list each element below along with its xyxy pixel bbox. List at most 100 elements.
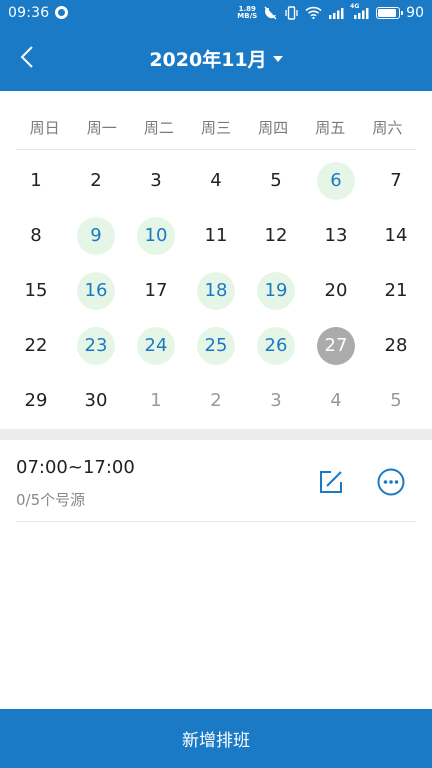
calendar-day-cell[interactable]: 30 [66,373,126,428]
calendar-day-cell[interactable]: 15 [6,263,66,318]
calendar-day-cell[interactable]: 27 [306,318,366,373]
calendar-day-cell[interactable]: 24 [126,318,186,373]
battery-level: 90 [406,4,424,21]
weekday-label: 周二 [143,119,174,137]
calendar-day-selected: 27 [317,326,355,365]
calendar-day-cell[interactable]: 4 [186,153,246,208]
app-notification-icon [55,6,69,19]
calendar-day: 9 [77,216,115,255]
more-button[interactable] [374,465,408,499]
signal-1-icon [328,7,345,19]
calendar-day-cell[interactable]: 13 [306,208,366,263]
calendar-day: 23 [77,326,115,365]
calendar-day-cell[interactable]: 25 [186,318,246,373]
calendar-day-cell[interactable]: 18 [186,263,246,318]
month-selector[interactable]: 2020年11月 [0,45,432,72]
app-bar: 2020年11月 [0,25,432,91]
calendar-day-cell[interactable]: 2 [66,153,126,208]
calendar-day: 11 [204,225,228,246]
battery-icon [376,6,404,19]
calendar-day: 3 [270,390,282,411]
weekday-label: 周五 [315,119,346,137]
weekday-label: 周六 [372,119,403,137]
calendar-day: 19 [257,271,295,310]
calendar-day: 25 [197,326,235,365]
calendar-week-row: 1 2 3 4 5 6 7 [6,153,426,208]
calendar-day-cell[interactable]: 11 [186,208,246,263]
status-time: 09:36 [8,4,50,21]
calendar-day-cell[interactable]: 7 [366,153,426,208]
calendar-day-cell[interactable]: 29 [6,373,66,428]
signal-2-label: 4G [350,2,360,10]
calendar-week-row: 15 16 17 18 19 20 21 [6,263,426,318]
wifi-icon [305,6,322,19]
calendar-day: 20 [324,280,348,301]
calendar-day: 5 [390,390,402,411]
schedule-item[interactable]: 07:00~17:00 0/5个号源 [16,441,416,522]
no-disturb-icon [263,6,278,20]
calendar-day: 16 [77,271,115,310]
add-schedule-button[interactable]: 新增排班 [0,709,432,768]
calendar-day-cell[interactable]: 17 [126,263,186,318]
status-bar: 09:36 1.89 MB/S 4G 90 [0,0,432,25]
calendar-day: 12 [264,225,288,246]
calendar-day-cell[interactable]: 14 [366,208,426,263]
calendar-day-cell[interactable]: 16 [66,263,126,318]
calendar-day: 2 [210,390,222,411]
calendar-day-cell[interactable]: 2 [186,373,246,428]
calendar-day: 21 [384,280,408,301]
net-speed: 1.89 MB/S [237,5,258,20]
weekday-label: 周三 [200,119,231,137]
calendar-day: 13 [324,225,348,246]
calendar-day: 22 [24,335,48,356]
edit-icon [320,471,342,493]
calendar-day-cell[interactable]: 8 [6,208,66,263]
weekday-header: 周日 周一 周二 周三 周四 周五 周六 [16,110,416,150]
calendar-day: 28 [384,335,408,356]
calendar-day: 26 [257,326,295,365]
calendar-day-cell[interactable]: 5 [246,153,306,208]
calendar-day-cell[interactable]: 12 [246,208,306,263]
page-title: 2020年11月 [149,49,267,71]
calendar-day-cell[interactable]: 1 [6,153,66,208]
calendar-day: 4 [210,170,222,191]
add-schedule-label: 新增排班 [182,731,250,751]
calendar-day: 10 [137,216,175,255]
calendar-grid: 1 2 3 4 5 6 7 8 9 10 11 12 13 14 15 16 17 18 19 20 21 22 23 24 2… [6,153,426,428]
calendar-day-cell[interactable]: 9 [66,208,126,263]
calendar-day: 1 [150,390,162,411]
calendar-day: 2 [90,170,102,191]
calendar-day-cell[interactable]: 10 [126,208,186,263]
battery-fill [378,8,397,17]
calendar-day-cell[interactable]: 1 [126,373,186,428]
schedule-time-range: 07:00~17:00 [16,457,135,478]
calendar-day-cell[interactable]: 21 [366,263,426,318]
calendar-day: 24 [137,326,175,365]
calendar-day: 18 [197,271,235,310]
calendar-day: 7 [390,170,402,191]
status-right: 1.89 MB/S 4G 90 [237,2,424,21]
calendar-day: 4 [330,390,342,411]
calendar-day-cell[interactable]: 20 [306,263,366,318]
calendar-day-cell[interactable]: 23 [66,318,126,373]
calendar-day: 6 [317,161,355,200]
calendar-day-cell[interactable]: 6 [306,153,366,208]
calendar-day-cell[interactable]: 4 [306,373,366,428]
header: 09:36 1.89 MB/S 4G 90 2020年11月 [0,0,432,91]
calendar-day-cell[interactable]: 5 [366,373,426,428]
calendar-week-row: 8 9 10 11 12 13 14 [6,208,426,263]
calendar-day-cell[interactable]: 3 [246,373,306,428]
calendar-day: 30 [84,390,108,411]
calendar-day-cell[interactable]: 3 [126,153,186,208]
calendar-day-cell[interactable]: 28 [366,318,426,373]
calendar-day: 14 [384,225,408,246]
calendar-day-cell[interactable]: 19 [246,263,306,318]
calendar-day: 8 [30,225,42,246]
net-speed-unit: MB/S [237,11,258,20]
calendar-day: 17 [144,280,168,301]
edit-button[interactable] [314,465,348,499]
calendar-day-cell[interactable]: 22 [6,318,66,373]
weekday-label: 周日 [29,119,60,137]
calendar-week-row: 22 23 24 25 26 27 28 [6,318,426,373]
calendar-day-cell[interactable]: 26 [246,318,306,373]
